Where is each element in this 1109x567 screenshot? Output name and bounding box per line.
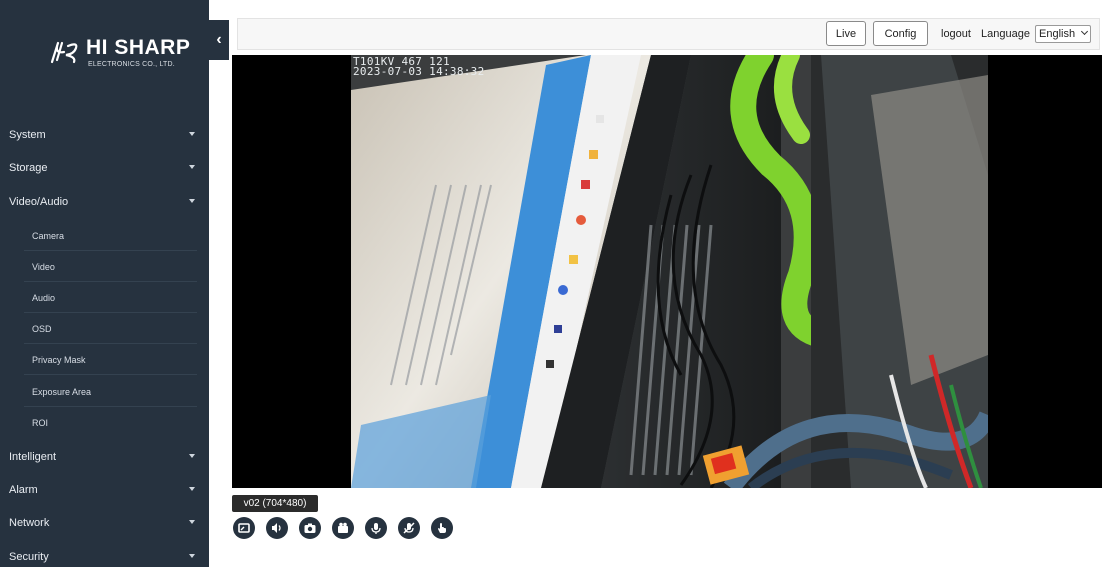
sidebar-item-label: Intelligent bbox=[9, 450, 57, 463]
sidebar-item-intelligent[interactable]: Intelligent bbox=[0, 440, 209, 473]
sidebar-item-video-audio[interactable]: Video/Audio bbox=[0, 185, 209, 218]
sidebar-item-storage[interactable]: Storage bbox=[0, 151, 209, 184]
sidebar-item-alarm[interactable]: Alarm bbox=[0, 473, 209, 506]
sidebar: HI SHARP ELECTRONICS CO., LTD. System St… bbox=[0, 0, 209, 567]
brand-logo: HI SHARP ELECTRONICS CO., LTD. bbox=[0, 0, 209, 112]
sidebar-item-label: System bbox=[9, 128, 46, 141]
language-select[interactable]: English bbox=[1035, 25, 1091, 43]
snapshot-button[interactable] bbox=[299, 517, 321, 539]
sidebar-subitem-osd[interactable]: OSD bbox=[0, 313, 209, 344]
speaker-icon bbox=[272, 523, 281, 533]
intercom-mic-icon bbox=[371, 523, 381, 534]
chevron-down-icon bbox=[189, 554, 195, 558]
sidebar-item-network[interactable]: Network bbox=[0, 506, 209, 539]
sidebar-item-label: Storage bbox=[9, 161, 48, 174]
divider bbox=[24, 374, 197, 375]
language-label: Language bbox=[981, 28, 1030, 40]
audio-button[interactable] bbox=[266, 517, 288, 539]
sidebar-subitem-camera[interactable]: Camera bbox=[0, 220, 209, 251]
sidebar-item-security[interactable]: Security bbox=[0, 540, 209, 567]
sidebar-subitem-label: Video bbox=[32, 261, 55, 272]
video-frame: T101KV 467 121 2023-07-03 14:38:32 bbox=[351, 55, 988, 488]
config-button[interactable]: Config bbox=[873, 21, 928, 46]
sidebar-subitem-privacy-mask[interactable]: Privacy Mask bbox=[0, 344, 209, 375]
mute-mic-button[interactable] bbox=[398, 517, 420, 539]
hs-logo-icon bbox=[50, 41, 78, 64]
sidebar-subitem-exposure-area[interactable]: Exposure Area bbox=[0, 376, 209, 407]
sidebar-subitem-label: Camera bbox=[32, 230, 65, 241]
fullscreen-button[interactable] bbox=[233, 517, 255, 539]
ptz-hand-icon bbox=[438, 523, 446, 533]
fullscreen-icon bbox=[238, 523, 250, 533]
sidebar-item-label: Security bbox=[9, 550, 49, 563]
brand-subtitle: ELECTRONICS CO., LTD. bbox=[88, 61, 175, 68]
brand-name: HI SHARP bbox=[86, 36, 191, 59]
chevron-down-icon bbox=[189, 487, 195, 491]
camera-feed-image bbox=[351, 55, 988, 488]
sidebar-subitem-video[interactable]: Video bbox=[0, 251, 209, 282]
sidebar-subitem-roi[interactable]: ROI bbox=[0, 407, 209, 438]
record-video-icon bbox=[338, 522, 348, 533]
sidebar-collapse-button[interactable]: ‹ bbox=[209, 20, 229, 60]
sidebar-item-system[interactable]: System bbox=[0, 118, 209, 151]
chevron-down-icon bbox=[189, 165, 195, 169]
sidebar-item-label: Network bbox=[9, 516, 50, 529]
snapshot-camera-icon bbox=[304, 523, 316, 533]
chevron-down-icon bbox=[189, 520, 195, 524]
sidebar-subitem-label: Exposure Area bbox=[32, 386, 92, 397]
sidebar-subitem-label: OSD bbox=[32, 323, 52, 334]
top-bar: Live Config logout Language English bbox=[237, 18, 1100, 50]
chevron-left-icon: ‹ bbox=[216, 31, 222, 48]
live-video-player[interactable]: T101KV 467 121 2023-07-03 14:38:32 bbox=[232, 55, 1102, 488]
osd-timestamp: 2023-07-03 14:38:32 bbox=[353, 65, 485, 78]
mute-mic-icon bbox=[403, 522, 415, 534]
chevron-down-icon bbox=[189, 199, 195, 203]
sidebar-item-label: Alarm bbox=[9, 483, 38, 496]
sidebar-subitem-label: Audio bbox=[32, 292, 56, 303]
stream-resolution-badge: v02 (704*480) bbox=[232, 495, 318, 512]
sidebar-subitem-audio[interactable]: Audio bbox=[0, 282, 209, 313]
live-button[interactable]: Live bbox=[826, 21, 866, 46]
intercom-button[interactable] bbox=[365, 517, 387, 539]
chevron-down-icon bbox=[189, 132, 195, 136]
language-select-value: English bbox=[1039, 28, 1076, 40]
ptz-control-button[interactable] bbox=[431, 517, 453, 539]
sidebar-subitem-label: ROI bbox=[32, 417, 49, 428]
chevron-down-icon bbox=[1080, 27, 1089, 36]
logout-link[interactable]: logout bbox=[941, 28, 971, 40]
record-button[interactable] bbox=[332, 517, 354, 539]
sidebar-subitem-label: Privacy Mask bbox=[32, 354, 86, 365]
chevron-down-icon bbox=[189, 454, 195, 458]
sidebar-item-label: Video/Audio bbox=[9, 195, 69, 208]
